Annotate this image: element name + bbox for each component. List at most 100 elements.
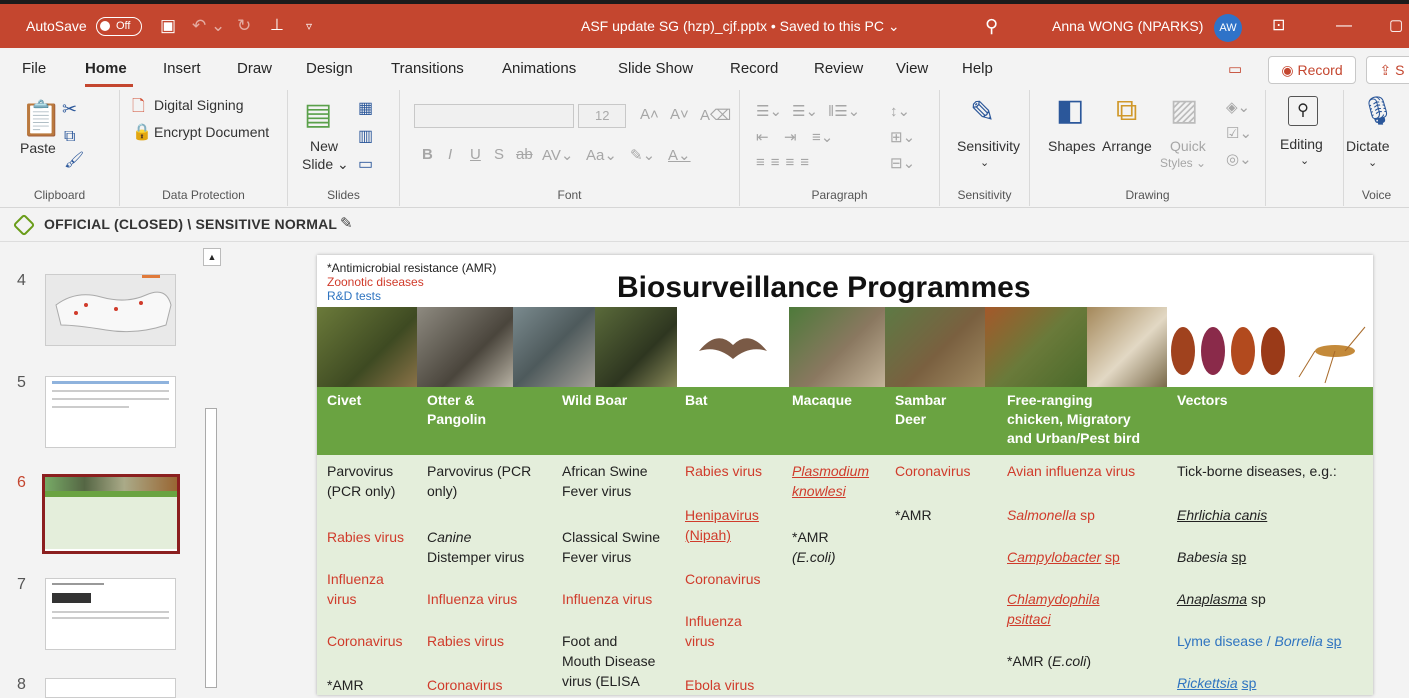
italic-icon[interactable]: I: [448, 146, 452, 163]
pencil-icon[interactable]: ✎: [340, 214, 353, 232]
tab-record[interactable]: Record: [730, 60, 778, 77]
slide-thumbnail-6-selected[interactable]: [42, 474, 180, 554]
otter-photo: [417, 307, 513, 387]
vectors-item-suffix: sp: [1241, 675, 1257, 691]
slide-thumbnail-5[interactable]: [45, 376, 176, 448]
sambar-item: Coronavirus: [895, 463, 971, 479]
search-icon[interactable]: ⚲: [985, 4, 998, 48]
tab-help[interactable]: Help: [962, 60, 993, 77]
paste-label[interactable]: Paste: [20, 140, 56, 156]
tab-file[interactable]: File: [22, 60, 46, 77]
tab-view[interactable]: View: [896, 60, 928, 77]
copy-icon[interactable]: ⧉: [64, 126, 75, 148]
scroll-thumb[interactable]: [205, 408, 217, 688]
customize-qat-icon[interactable]: ▿: [306, 4, 312, 48]
shape-effects-icon[interactable]: ◎⌄: [1226, 150, 1252, 168]
shape-outline-icon[interactable]: ☑⌄: [1226, 124, 1252, 142]
bullets-icon[interactable]: ☰⌄: [756, 102, 782, 120]
shape-fill-icon[interactable]: ◈⌄: [1226, 98, 1250, 116]
quick-styles-button[interactable]: Quick: [1170, 138, 1206, 154]
editing-search-icon[interactable]: ⚲: [1288, 96, 1318, 126]
undo-icon[interactable]: ↶ ⌄: [192, 4, 225, 48]
editing-button[interactable]: Editing: [1280, 136, 1323, 152]
otter-item: Coronavirus: [427, 677, 503, 693]
share-button[interactable]: ⇪ S: [1366, 56, 1409, 84]
autosave-toggle[interactable]: Off: [96, 17, 142, 36]
document-title[interactable]: ASF update SG (hzp)_cjf.pptx • Saved to …: [581, 4, 900, 48]
spacing-icon[interactable]: AV⌄: [542, 146, 573, 164]
tab-animations[interactable]: Animations: [502, 60, 576, 77]
tab-home[interactable]: Home: [85, 60, 127, 77]
shadow-icon[interactable]: S: [494, 146, 504, 163]
font-name-field[interactable]: [414, 104, 574, 128]
macaque-item: *AMR: [792, 529, 829, 545]
increase-font-icon[interactable]: A˄: [640, 106, 659, 123]
font-size-field[interactable]: 12: [578, 104, 626, 128]
new-slide-dropdown[interactable]: Slide ⌄: [302, 156, 349, 173]
reset-icon[interactable]: ▥: [358, 126, 373, 148]
bold-icon[interactable]: B: [422, 146, 433, 163]
tab-transitions[interactable]: Transitions: [391, 60, 464, 77]
tab-slide-show[interactable]: Slide Show: [618, 60, 693, 77]
section-icon[interactable]: ▭: [358, 154, 373, 176]
new-slide-icon[interactable]: ▤: [304, 100, 332, 130]
text-direction-icon[interactable]: ↕⌄: [890, 102, 910, 120]
tab-review[interactable]: Review: [814, 60, 863, 77]
ribbon-display-icon[interactable]: ⊡: [1272, 4, 1285, 48]
smartart-icon[interactable]: ⊟⌄: [890, 154, 915, 172]
encrypt-document-button[interactable]: Encrypt Document: [154, 124, 269, 140]
highlight-icon[interactable]: ✎⌄: [630, 146, 655, 164]
font-color-icon[interactable]: A⌄: [668, 146, 691, 164]
sensitivity-button[interactable]: Sensitivity: [957, 138, 1020, 154]
shapes-button[interactable]: Shapes: [1048, 138, 1095, 154]
new-slide-label[interactable]: New: [310, 138, 338, 154]
quick-styles-label[interactable]: Styles ⌄: [1160, 156, 1206, 170]
user-name[interactable]: Anna WONG (NPARKS): [1052, 4, 1203, 48]
increase-indent-icon[interactable]: ⇥: [784, 128, 797, 146]
redo-icon[interactable]: ↻: [237, 4, 251, 48]
tab-design[interactable]: Design: [306, 60, 353, 77]
paste-icon[interactable]: 📋: [20, 102, 62, 136]
arrange-icon[interactable]: ⧉: [1116, 96, 1137, 126]
numbering-icon[interactable]: ☰⌄: [792, 102, 818, 120]
digital-signing-button[interactable]: Digital Signing: [154, 97, 244, 113]
cut-icon[interactable]: ✂: [62, 98, 77, 120]
sensitivity-dropdown-icon[interactable]: ⌄: [980, 156, 989, 169]
slide-thumbnail-7[interactable]: [45, 578, 176, 650]
line-spacing-icon[interactable]: ‖☰⌄: [828, 102, 860, 120]
underline-icon[interactable]: U: [470, 146, 481, 163]
tab-insert[interactable]: Insert: [163, 60, 201, 77]
align-text-icon[interactable]: ⊞⌄: [890, 128, 915, 146]
minimize-icon[interactable]: —: [1336, 4, 1352, 48]
dictate-button[interactable]: Dictate: [1346, 138, 1390, 154]
sensitivity-icon[interactable]: ✎: [970, 98, 995, 128]
slide-thumbnail-8[interactable]: [45, 678, 176, 698]
save-icon[interactable]: ▣: [160, 4, 176, 48]
dictate-dropdown-icon[interactable]: ⌄: [1368, 156, 1377, 169]
change-case-icon[interactable]: Aa⌄: [586, 146, 617, 164]
tab-draw[interactable]: Draw: [237, 60, 272, 77]
alignment-icons[interactable]: ≡≡≡≡: [756, 154, 815, 171]
thumbnail-scrollbar[interactable]: ▲: [201, 248, 223, 688]
clear-format-icon[interactable]: A⌫: [700, 106, 731, 124]
layout-icon[interactable]: ▦: [358, 98, 373, 120]
record-button[interactable]: ◉ Record: [1268, 56, 1356, 84]
present-icon[interactable]: ⊥: [270, 4, 284, 48]
microphone-icon[interactable]: 🎙: [1360, 96, 1396, 126]
scroll-up-icon[interactable]: ▲: [203, 248, 221, 266]
comments-icon[interactable]: ▭: [1228, 60, 1242, 78]
avatar[interactable]: AW: [1214, 14, 1242, 42]
restore-icon[interactable]: ▢: [1389, 4, 1403, 48]
columns-icon[interactable]: ≡⌄: [812, 128, 833, 146]
editing-dropdown-icon[interactable]: ⌄: [1300, 154, 1309, 167]
slide-thumbnail-4[interactable]: [45, 274, 176, 346]
shapes-icon[interactable]: ◧: [1056, 96, 1084, 126]
boar-item: African Swine: [562, 463, 648, 479]
decrease-font-icon[interactable]: A˅: [670, 106, 689, 123]
slide-canvas[interactable]: *Antimicrobial resistance (AMR) Zoonotic…: [317, 255, 1373, 695]
arrange-button[interactable]: Arrange: [1102, 138, 1152, 154]
strikethrough-icon[interactable]: ab: [516, 146, 533, 163]
format-painter-icon[interactable]: 🖌: [64, 150, 84, 172]
quick-styles-icon[interactable]: ▨: [1170, 96, 1198, 126]
decrease-indent-icon[interactable]: ⇤: [756, 128, 769, 146]
